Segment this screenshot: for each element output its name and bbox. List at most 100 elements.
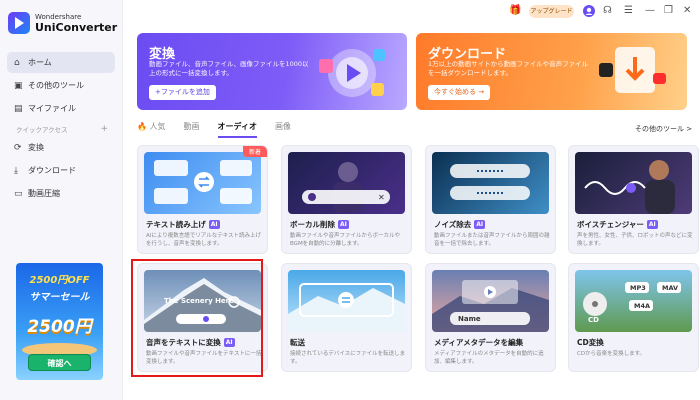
quick-access-label: クイックアクセス (16, 126, 68, 134)
card-thumbnail: ✕ (288, 152, 405, 214)
download-banner[interactable]: ダウンロード 1万以上の動画サイトから動画ファイルや音声ファイルを一括ダウンロー… (416, 33, 687, 110)
home-icon: ⌂ (14, 57, 20, 68)
card-thumbnail: MP3 MAV M4A CD (575, 270, 692, 332)
quick-access-header: クイックアクセス + (16, 124, 108, 134)
promo-sale-title: サマーセール (29, 292, 90, 303)
card-thumbnail: Name (432, 270, 549, 332)
sidebar-item-label: その他のツール (28, 81, 84, 90)
sidebar-item-home[interactable]: ⌂ ホーム (7, 52, 115, 73)
tool-card-metadata-editor[interactable]: Name メディアメタデータを編集 メディアファイルのメタデータを自動的に追加、… (425, 263, 556, 372)
card-title: CD変換 (577, 338, 604, 347)
logo-icon (8, 12, 30, 34)
svg-text:✕: ✕ (378, 193, 385, 202)
tab-video[interactable]: 動画 (184, 121, 200, 138)
card-thumbnail (144, 152, 261, 214)
banner-description: 1万以上の動画サイトから動画ファイルや音声ファイルを一括ダウンロードします。 (428, 60, 589, 77)
card-description: 動画ファイルや音声ファイルからボーカルやBGMを自動的に分離します。 (290, 233, 401, 247)
card-thumbnail: The Scenery Here (144, 270, 261, 332)
sidebar: Wondershare UniConverter ⌂ ホーム ▣ その他のツール ▤… (0, 0, 123, 400)
tab-audio[interactable]: オーディオ (217, 121, 257, 138)
quick-access-add-button[interactable]: + (100, 124, 108, 134)
scenery-caption: The Scenery Here (164, 297, 234, 305)
tab-popular[interactable]: 🔥 人気 (137, 121, 166, 138)
ai-badge: AI (223, 338, 235, 347)
tool-card-speech-to-text[interactable]: The Scenery Here 音声をテキストに変換 AI 動画ファイルや音声フ… (137, 263, 268, 372)
card-description: メディアファイルのメタデータを自動的に追加、編集します。 (434, 351, 544, 365)
tab-image[interactable]: 画像 (275, 121, 291, 138)
category-tabs: 🔥 人気 動画 オーディオ 画像 (137, 121, 309, 138)
add-file-button[interactable]: +ファイルを追加 (149, 85, 216, 100)
card-thumbnail (288, 270, 405, 332)
name-field-label: Name (458, 315, 481, 323)
promo-amount: 2500円 (27, 317, 92, 337)
card-description: 声を男性、女性、子供、ロボットの声などに変換します。 (577, 233, 693, 247)
tool-card-vocal-remover[interactable]: ✕ ボーカル削除 AI 動画ファイルや音声ファイルからボーカルやBGMを自動的に分… (281, 145, 412, 254)
format-m4a: M4A (634, 302, 651, 310)
promo-discount: 2500円OFF (29, 275, 90, 286)
fire-icon: 🔥 (137, 122, 147, 131)
card-thumbnail (575, 152, 692, 214)
card-title: ボーカル削除 (290, 220, 335, 229)
close-icon[interactable]: ✕ (683, 5, 691, 16)
more-tools-link[interactable]: その他のツール > (635, 124, 692, 134)
card-title: テキスト読み上げ (146, 220, 206, 229)
card-description: AIにより複数言語でリアルなテキスト読み上げを行うし、音声を変換します。 (146, 233, 262, 247)
tool-card-transfer[interactable]: 転送 接続されているデバイスにファイルを転送します。 (281, 263, 412, 372)
card-title: メディアメタデータを編集 (434, 338, 524, 347)
ai-badge: AI (474, 220, 486, 229)
convert-banner[interactable]: 変換 動画ファイル、音声ファイル、画像ファイルを1000以上の形式に一括変換しま… (137, 33, 407, 110)
gift-icon[interactable]: 🎁 (509, 5, 521, 16)
menu-icon[interactable]: ☰ (624, 5, 633, 16)
app-logo: Wondershare UniConverter (8, 12, 117, 34)
ai-badge: AI (338, 220, 349, 229)
card-title: ノイズ除去 (434, 220, 472, 229)
cd-label: CD (588, 316, 599, 324)
ai-badge: AI (208, 220, 220, 229)
card-description: CDから音楽を変換します。 (577, 351, 646, 357)
format-mp3: MP3 (630, 284, 646, 292)
tool-card-cd-converter[interactable]: MP3 MAV M4A CD CD変換 CDから音楽を変換します。 (568, 263, 699, 372)
restore-icon[interactable]: ❐ (664, 5, 673, 16)
convert-icon: ⟳ (14, 142, 22, 153)
tool-card-text-to-speech[interactable]: 新着 テキスト読み上げ AI AIにより複数言語でリアルなテキスト読み上げを行うし… (137, 145, 268, 254)
toolbox-icon: ▣ (14, 80, 23, 91)
card-title: ボイスチェンジャー (577, 220, 644, 229)
card-thumbnail (432, 152, 549, 214)
promo-confirm-button[interactable]: 確認へ (28, 354, 91, 371)
upgrade-button[interactable]: アップグレード (529, 5, 574, 18)
promo-banner[interactable]: 2500円OFF サマーセール 2500円 確認へ (16, 263, 103, 380)
sidebar-item-label: ホーム (28, 58, 52, 67)
brand-small: Wondershare (35, 12, 82, 21)
sidebar-item-label: ダウンロード (28, 166, 76, 175)
card-description: 接続されているデバイスにファイルを転送します。 (290, 351, 406, 365)
sidebar-item-convert[interactable]: ⟳ 変換 (7, 137, 115, 158)
sidebar-item-compress[interactable]: ▭ 動画圧縮 (7, 183, 115, 204)
tool-card-voice-changer[interactable]: ボイスチェンジャー AI 声を男性、女性、子供、ロボットの声などに変換します。 (568, 145, 699, 254)
banner-description: 動画ファイル、音声ファイル、画像ファイルを1000以上の形式に一括変換します。 (149, 60, 309, 77)
tab-label: 人気 (149, 122, 166, 131)
ai-badge: AI (646, 220, 658, 229)
sidebar-item-label: 変換 (28, 143, 44, 152)
account-icon[interactable] (583, 5, 595, 20)
sidebar-item-label: マイファイル (28, 104, 76, 113)
new-badge: 新着 (242, 146, 267, 157)
brand-name: UniConverter (35, 20, 118, 34)
card-title: 音声をテキストに変換 (146, 338, 221, 347)
tool-card-noise-removal[interactable]: ノイズ除去 AI 動画ファイルまたは音声ファイルから周囲の雑音を一括で除去します。 (425, 145, 556, 254)
start-now-button[interactable]: 今すぐ始める → (428, 85, 491, 100)
sidebar-item-download[interactable]: ⤓ ダウンロード (7, 160, 115, 181)
minimize-icon[interactable]: — (645, 5, 655, 16)
sidebar-item-other-tools[interactable]: ▣ その他のツール (7, 75, 115, 96)
title-bar: 🎁 アップグレード ☊ ☰ — ❐ ✕ (123, 0, 700, 24)
format-mav: MAV (662, 284, 679, 292)
compress-icon: ▭ (14, 188, 23, 199)
download-icon: ⤓ (14, 165, 18, 176)
sidebar-item-label: 動画圧縮 (28, 189, 60, 198)
card-title: 転送 (290, 338, 305, 347)
convert-illustration-icon (319, 49, 385, 97)
sidebar-item-my-files[interactable]: ▤ マイファイル (7, 98, 115, 119)
headset-icon[interactable]: ☊ (603, 5, 612, 16)
card-description: 動画ファイルや音声ファイルをテキストに一括変換します。 (146, 351, 262, 365)
card-description: 動画ファイルまたは音声ファイルから周囲の雑音を一括で除去します。 (434, 233, 550, 247)
file-icon: ▤ (14, 103, 23, 114)
